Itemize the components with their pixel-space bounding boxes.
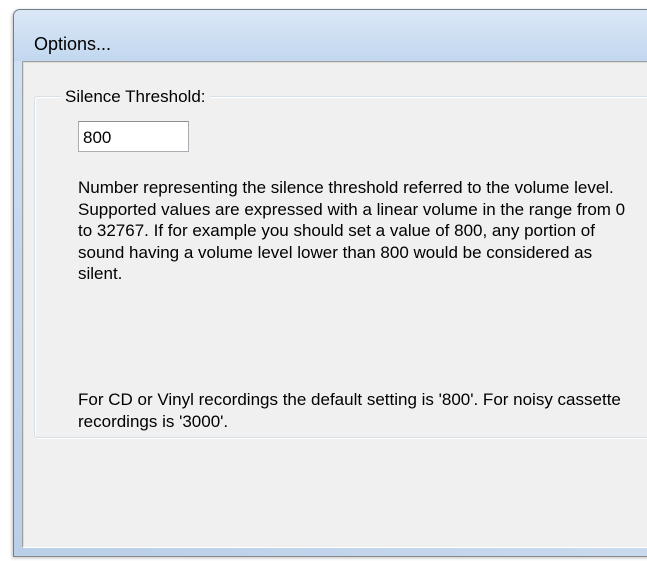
window-title: Options...: [34, 34, 112, 54]
threshold-description: Number representing the silence threshol…: [78, 178, 626, 283]
title-bar[interactable]: Options...: [14, 10, 647, 61]
window-frame-bottom: [14, 548, 647, 556]
silence-threshold-input[interactable]: [78, 121, 189, 152]
window-frame-left: [14, 61, 22, 556]
silence-threshold-label: Silence Threshold:: [61, 88, 210, 106]
threshold-default-note: For CD or Vinyl recordings the default s…: [78, 390, 621, 431]
